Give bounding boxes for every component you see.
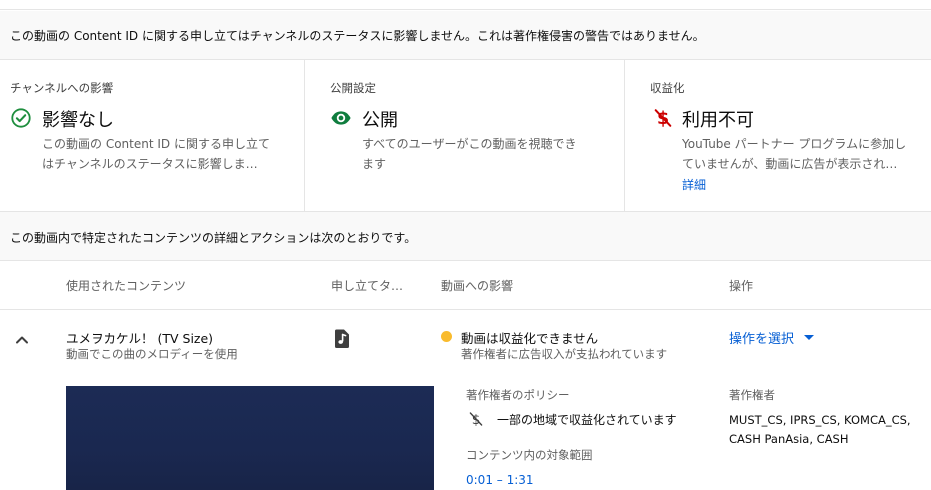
money-off-icon: $ — [654, 109, 672, 129]
section-text: この動画内で特定されたコンテンツの詳細とアクションは次のとおりです。 — [10, 231, 417, 245]
copyright-owners-line: CASH PanAsia, CASH — [729, 432, 849, 446]
card-description-line: この動画の Content ID に関する申し立て — [42, 137, 270, 151]
policy-label: 著作権者のポリシー — [466, 388, 570, 402]
select-action-dropdown[interactable]: 操作を選択 — [729, 325, 815, 349]
warning-status-dot — [441, 331, 452, 342]
content-range-link[interactable]: 0:01 – 1:31 — [466, 473, 534, 487]
card-description-line: はチャンネルのステータスに影響しま… — [42, 157, 258, 171]
range-label: コンテンツ内の対象範囲 — [466, 448, 593, 462]
owners-label: 著作権者 — [729, 388, 775, 402]
card-description-line: ます — [362, 157, 387, 171]
card-monetization: 収益化 $ 利用不可 YouTube パートナー プログラムに参加し ていません… — [626, 60, 931, 212]
claim-content-subtitle: 動画でこの曲のメロディーを使用 — [66, 347, 238, 361]
dropdown-arrow-icon — [804, 334, 815, 340]
card-description: YouTube パートナー プログラムに参加し ていませんが、動画に広告が表示さ… — [682, 134, 922, 174]
table-header: 使用されたコンテンツ 申し立てタ… 動画への影響 操作 — [0, 262, 931, 310]
card-title: 公開 — [362, 110, 398, 131]
claim-content-title: ユメヲカケル！ (TV Size) — [66, 331, 214, 346]
card-description-line: すべてのユーザーがこの動画を視聴でき — [362, 137, 577, 151]
card-description-line: ていませんが、動画に広告が表示され… — [682, 157, 898, 171]
card-description: すべてのユーザーがこの動画を視聴でき ます — [362, 134, 607, 174]
banner-text: この動画の Content ID に関する申し立てはチャンネルのステータスに影響… — [10, 29, 705, 43]
check-circle-icon — [11, 108, 31, 128]
card-title: 利用不可 — [682, 110, 754, 131]
chevron-up-icon[interactable] — [12, 331, 32, 349]
claim-impact: 動画は収益化できません — [461, 331, 599, 346]
card-title: 影響なし — [42, 110, 114, 131]
card-description-line: YouTube パートナー プログラムに参加し — [682, 137, 907, 151]
column-header-content: 使用されたコンテンツ — [66, 279, 187, 293]
video-thumbnail[interactable] — [66, 386, 434, 490]
card-label: 収益化 — [650, 81, 685, 95]
music-note-icon — [335, 329, 349, 348]
top-strip — [0, 0, 931, 10]
status-cards: チャンネルへの影響 影響なし この動画の Content ID に関する申し立て… — [0, 60, 931, 212]
select-action-label: 操作を選択 — [729, 331, 795, 347]
learn-more-link[interactable]: 詳細 — [682, 176, 706, 193]
card-channel-impact: チャンネルへの影響 影響なし この動画の Content ID に関する申し立て… — [0, 60, 305, 212]
policy-text: 一部の地域で収益化されています — [497, 413, 677, 427]
money-off-icon: $ — [469, 412, 483, 428]
copyright-owners: MUST_CS, IPRS_CS, KOMCA_CS, CASH PanAsia… — [729, 411, 929, 449]
copyright-owners-line: MUST_CS, IPRS_CS, KOMCA_CS, — [729, 413, 911, 427]
info-banner: この動画の Content ID に関する申し立てはチャンネルのステータスに影響… — [0, 11, 931, 60]
claim-impact-detail: 著作権者に広告収入が支払われています — [461, 347, 668, 361]
card-visibility: 公開設定 公開 すべてのユーザーがこの動画を視聴でき ます — [306, 60, 625, 212]
eye-icon — [331, 111, 351, 125]
card-label: 公開設定 — [330, 81, 376, 95]
column-header-impact: 動画への影響 — [441, 279, 514, 293]
column-header-actions: 操作 — [729, 279, 754, 293]
card-description: この動画の Content ID に関する申し立て はチャンネルのステータスに影… — [42, 134, 287, 174]
column-header-claimant: 申し立てタ… — [331, 279, 404, 293]
section-header: この動画内で特定されたコンテンツの詳細とアクションは次のとおりです。 — [0, 212, 931, 261]
claim-row: ユメヲカケル！ (TV Size) 動画でこの曲のメロディーを使用 動画は収益化… — [0, 311, 931, 490]
card-label: チャンネルへの影響 — [10, 81, 114, 95]
